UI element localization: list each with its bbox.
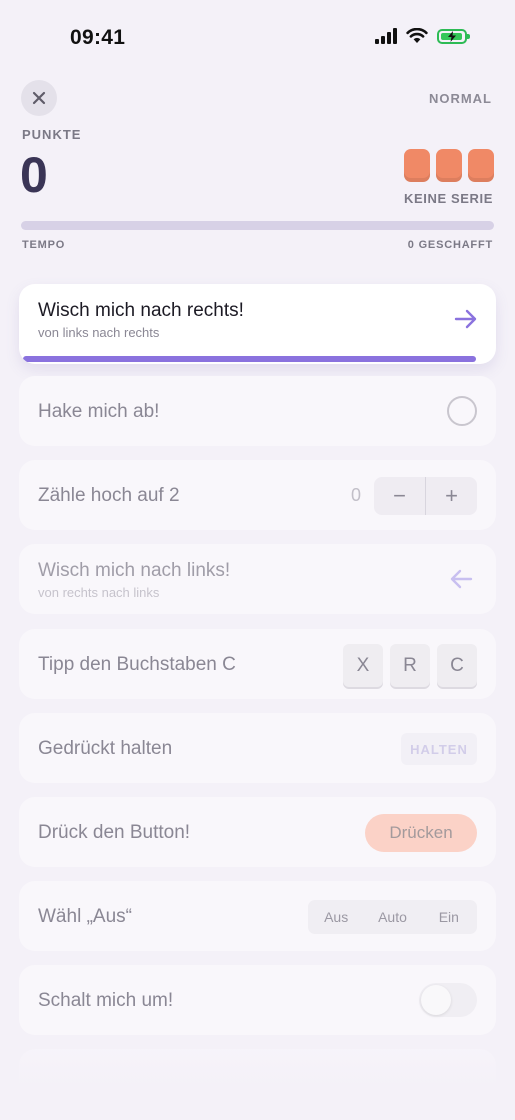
task-title: Wähl „Aus“ (38, 906, 132, 927)
task-check: Hake mich ab! (19, 376, 496, 446)
count-stepper[interactable]: − + (374, 477, 477, 515)
score-value: 0 (20, 147, 48, 203)
task-title: Wisch mich nach rechts! (38, 300, 244, 321)
task-count: Zähle hoch auf 2 0 − + (19, 460, 496, 530)
press-button[interactable]: Drücken (365, 814, 477, 852)
tempo-progress-bar (21, 221, 494, 230)
segment-aus[interactable]: Aus (308, 900, 364, 934)
status-time: 09:41 (70, 26, 126, 49)
score-label: PUNKTE (22, 127, 82, 142)
difficulty-label: NORMAL (428, 91, 492, 106)
life-icon (404, 149, 430, 182)
done-count: 0 GESCHAFFT (407, 239, 493, 251)
streak-label: KEINE SERIE (404, 191, 493, 206)
signal-icon (375, 28, 397, 44)
battery-icon (437, 28, 470, 44)
task-title: Wisch mich nach links! (38, 560, 231, 581)
tempo-label: TEMPO (22, 239, 66, 251)
count-value: 0 (350, 485, 361, 505)
letter-key-r[interactable]: R (390, 644, 430, 687)
task-title: Hake mich ab! (38, 401, 160, 422)
task-swipe-right[interactable]: Wisch mich nach rechts! von links nach r… (19, 284, 496, 364)
arrow-right-icon (454, 309, 477, 329)
status-icons (375, 28, 470, 44)
arrow-left-icon (450, 569, 473, 589)
close-button[interactable] (21, 80, 57, 116)
task-subtitle: von links nach rechts (38, 325, 160, 340)
task-timer-bar (23, 356, 476, 362)
lives (404, 149, 494, 182)
task-choose: Wähl „Aus“ Aus Auto Ein (19, 881, 496, 951)
segmented-control[interactable]: Aus Auto Ein (308, 900, 477, 934)
life-icon (436, 149, 462, 182)
task-hold: Gedrückt halten HALTEN (19, 713, 496, 783)
toggle-knob (421, 985, 451, 1015)
task-title: Zähle hoch auf 2 (38, 485, 180, 506)
task-toggle: Schalt mich um! (19, 965, 496, 1035)
status-bar: 09:41 (0, 0, 515, 78)
letter-keys: X R C (343, 644, 477, 687)
wifi-icon (406, 28, 428, 43)
task-title: Schalt mich um! (38, 990, 174, 1011)
letter-key-x[interactable]: X (343, 644, 383, 687)
task-press: Drück den Button! Drücken (19, 797, 496, 867)
increment-button[interactable]: + (426, 477, 477, 515)
task-letters: Tipp den Buchstaben C X R C (19, 629, 496, 699)
segment-ein[interactable]: Ein (421, 900, 477, 934)
close-icon (32, 91, 46, 105)
segment-auto[interactable]: Auto (364, 900, 420, 934)
task-swipe-left[interactable]: Wisch mich nach links! von rechts nach l… (19, 544, 496, 614)
task-subtitle: von rechts nach links (38, 585, 160, 600)
letter-key-c[interactable]: C (437, 644, 477, 687)
task-title: Gedrückt halten (38, 738, 173, 759)
check-circle[interactable] (447, 396, 477, 426)
task-title: Drück den Button! (38, 822, 191, 843)
toggle-switch[interactable] (419, 983, 477, 1017)
life-icon (468, 149, 494, 182)
task-title: Tipp den Buchstaben C (38, 654, 236, 675)
hold-button[interactable]: HALTEN (401, 733, 477, 765)
bottom-fade (0, 1040, 515, 1120)
decrement-button[interactable]: − (374, 477, 425, 515)
